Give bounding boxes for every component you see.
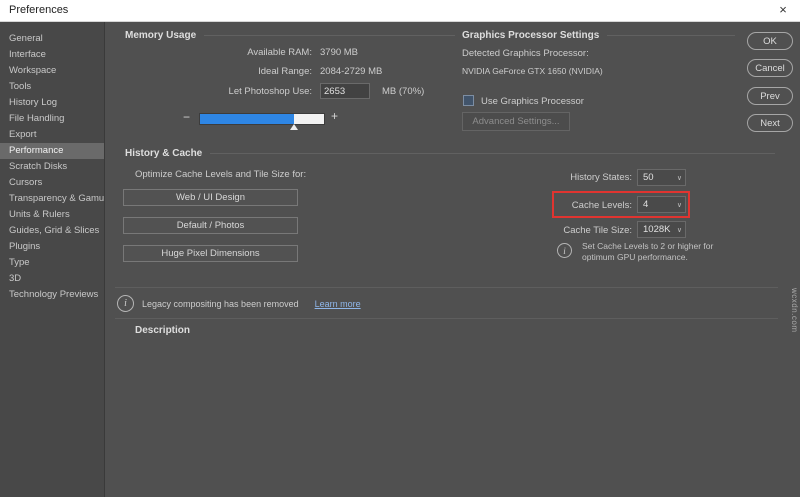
memory-usage-input[interactable] [320,83,370,99]
sidebar-item-cursors[interactable]: Cursors [0,175,104,191]
watermark: wcxdn.com [790,288,799,333]
sidebar-item-performance[interactable]: Performance [0,143,104,159]
memory-slider-fill [200,114,295,124]
detected-gpu-value: NVIDIA GeForce GTX 1650 (NVIDIA) [462,66,603,76]
chevron-down-icon: ∨ [676,201,682,209]
minus-icon[interactable]: − [183,110,190,124]
gpu-tip-line1: Set Cache Levels to 2 or higher for [582,241,714,251]
info-icon: i [557,243,572,258]
memory-usage-title: Memory Usage [125,30,197,41]
sidebar-item-units-rulers[interactable]: Units & Rulers [0,207,104,223]
chevron-down-icon: ∨ [676,174,682,182]
gpu-tip-line2: optimum GPU performance. [582,251,688,262]
memory-usage-suffix: MB (70%) [382,86,425,97]
ideal-range-label: Ideal Range: [258,66,312,77]
memory-slider-thumb[interactable] [290,124,299,130]
ok-button[interactable]: OK [747,32,793,50]
sidebar-item-history-log[interactable]: History Log [0,95,104,111]
sidebar-item-technology-previews[interactable]: Technology Previews [0,287,104,303]
sidebar-item-interface[interactable]: Interface [0,47,104,63]
sidebar-item-file-handling[interactable]: File Handling [0,111,104,127]
sidebar-item-transparency-gamut[interactable]: Transparency & Gamut [0,191,104,207]
cache-tile-size-value: 1028K [643,224,671,235]
cache-tile-size-label: Cache Tile Size: [563,225,632,236]
plus-icon[interactable]: + [331,109,338,123]
divider [115,287,778,288]
gpu-section-title: Graphics Processor Settings [462,30,600,41]
sidebar-item-type[interactable]: Type [0,255,104,271]
legacy-note-row: Legacy compositing has been removed Lear… [142,299,361,309]
available-ram-value: 3790 MB [320,47,359,58]
sidebar-item-scratch-disks[interactable]: Scratch Disks [0,159,104,175]
ideal-range-value: 2084-2729 MB [320,66,383,77]
cache-levels-select[interactable]: 4 ∨ [637,196,686,213]
sidebar: General Interface Workspace Tools Histor… [0,22,105,497]
legacy-note-text: Legacy compositing has been removed [142,299,299,309]
gpu-section-header: Graphics Processor Settings [462,30,735,41]
learn-more-link[interactable]: Learn more [315,299,361,309]
advanced-settings-button[interactable]: Advanced Settings... [462,112,570,131]
preset-default-photos-button[interactable]: Default / Photos [123,217,298,234]
history-cache-title: History & Cache [125,148,203,159]
available-ram-label: Available RAM: [247,47,312,58]
cache-levels-value: 4 [643,199,649,210]
description-title: Description [135,325,191,336]
chevron-down-icon: ∨ [676,226,682,234]
sidebar-item-3d[interactable]: 3D [0,271,104,287]
gpu-tip-text: Set Cache Levels to 2 or higher for opti… [582,241,750,262]
memory-slider[interactable] [199,113,325,130]
preset-web-ui-design-button[interactable]: Web / UI Design [123,189,298,206]
history-states-select[interactable]: 50 ∨ [637,169,686,186]
let-photoshop-use-label: Let Photoshop Use: [228,86,312,97]
prev-button[interactable]: Prev [747,87,793,105]
sidebar-item-tools[interactable]: Tools [0,79,104,95]
preset-huge-pixel-dimensions-button[interactable]: Huge Pixel Dimensions [123,245,298,262]
memory-usage-section-header: Memory Usage [125,30,455,41]
info-icon: i [117,295,134,312]
section-divider [210,153,775,154]
section-divider [607,35,735,36]
preferences-dialog: Preferences × General Interface Workspac… [0,0,800,504]
close-icon[interactable]: × [775,2,791,17]
history-states-value: 50 [643,172,654,183]
cache-tile-size-select[interactable]: 1028K ∨ [637,221,686,238]
detected-gpu-label: Detected Graphics Processor: [462,48,589,59]
history-states-label: History States: [570,172,632,183]
sidebar-item-export[interactable]: Export [0,127,104,143]
sidebar-item-workspace[interactable]: Workspace [0,63,104,79]
section-divider [204,35,455,36]
sidebar-item-general[interactable]: General [0,31,104,47]
window-title: Preferences [9,4,69,16]
title-bar: Preferences × [0,0,800,22]
optimize-cache-label: Optimize Cache Levels and Tile Size for: [135,169,307,180]
history-cache-section-header: History & Cache [125,148,775,159]
cache-levels-label: Cache Levels: [571,200,632,211]
use-graphics-processor-checkbox[interactable] [463,95,474,106]
sidebar-item-guides-grid-slices[interactable]: Guides, Grid & Slices [0,223,104,239]
sidebar-item-plugins[interactable]: Plugins [0,239,104,255]
divider [115,318,778,319]
cancel-button[interactable]: Cancel [747,59,793,77]
use-graphics-processor-label: Use Graphics Processor [481,96,584,107]
next-button[interactable]: Next [747,114,793,132]
